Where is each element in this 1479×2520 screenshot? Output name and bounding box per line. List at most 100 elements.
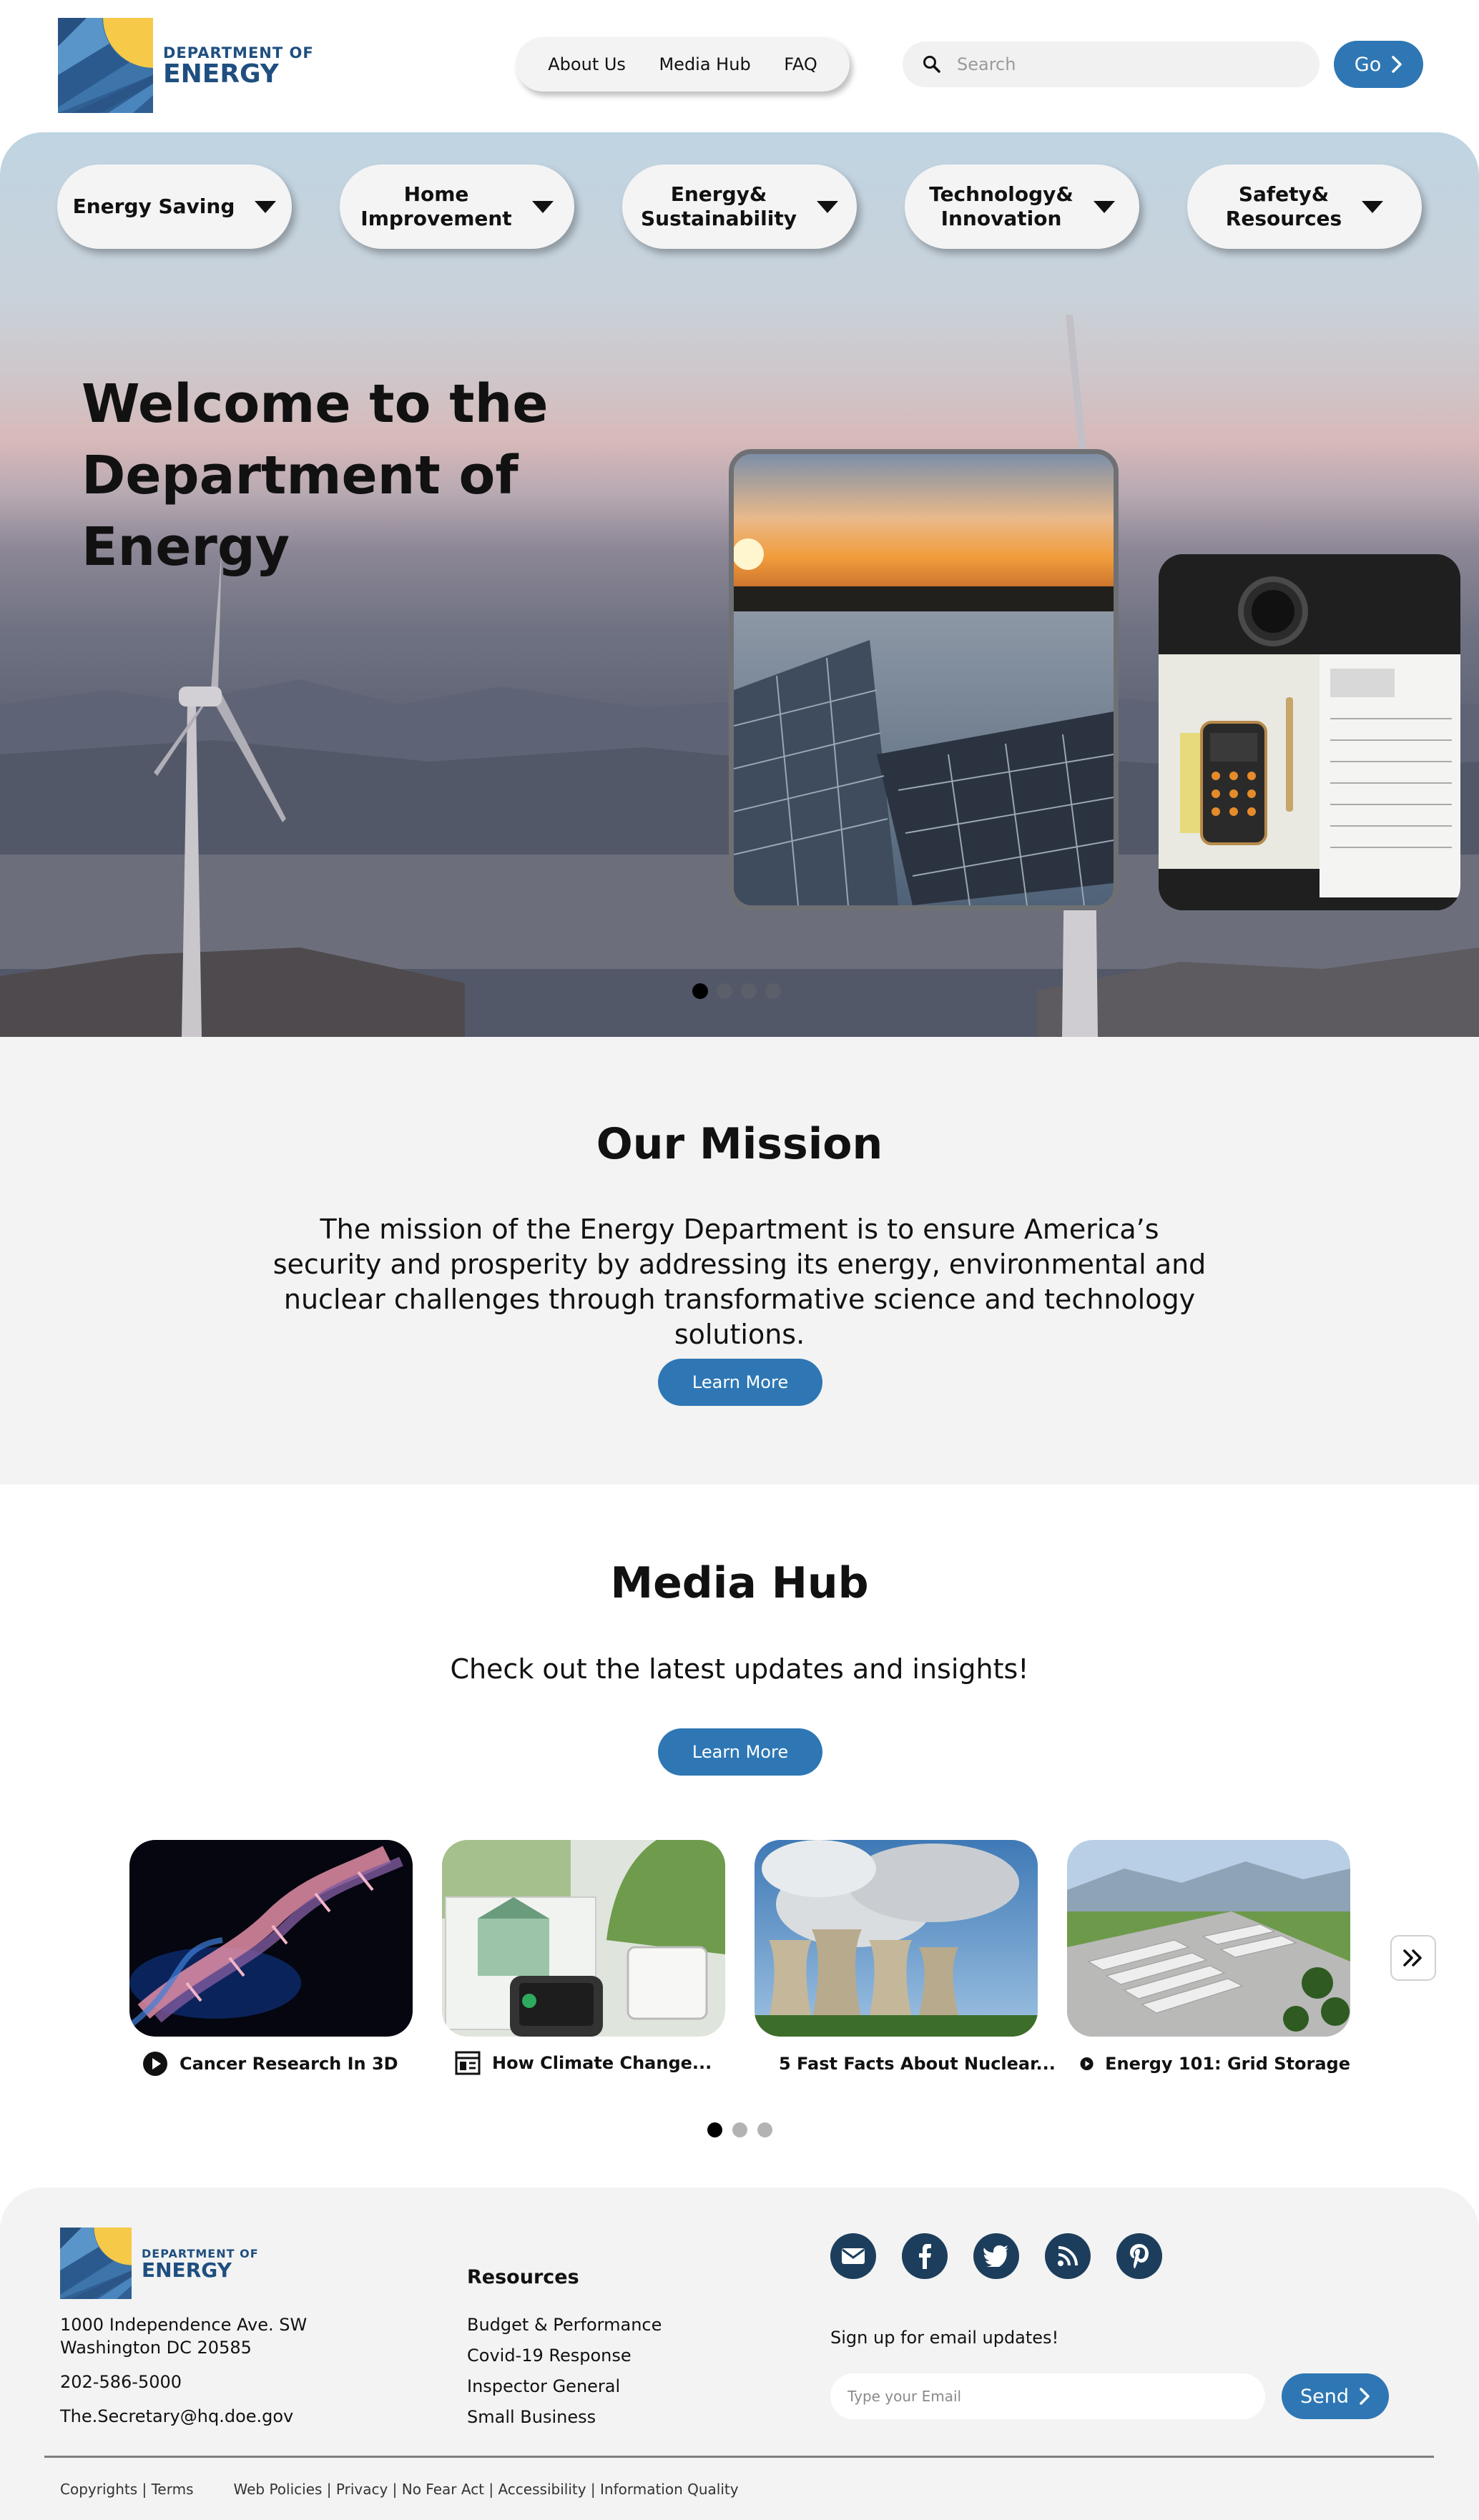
pinterest-icon[interactable] [1116,2233,1162,2279]
address-line2: Washington DC 20585 [60,2338,252,2358]
search-go-button[interactable]: Go [1334,41,1423,88]
media-learn-more-button[interactable]: Learn More [658,1728,822,1776]
category-energy-saving[interactable]: Energy Saving [57,164,292,249]
media-page-dot-1[interactable] [707,2122,722,2137]
search-input[interactable] [957,54,1286,74]
nav-faq[interactable]: FAQ [784,54,817,74]
resource-link-covid[interactable]: Covid-19 Response [467,2341,662,2371]
category-label: Energy Saving [72,195,235,218]
grid-storage-facility-image [1067,1840,1350,2037]
hero-slide-tax-image[interactable] [1159,554,1460,910]
cooling-towers-image [755,1840,1038,2037]
caret-down-icon [255,200,277,213]
doe-logo[interactable]: DEPARTMENT OF ENERGY [58,18,314,113]
resource-link-budget[interactable]: Budget & Performance [467,2310,662,2341]
resource-link-inspector-general[interactable]: Inspector General [467,2371,662,2402]
media-thumbnail[interactable] [129,1840,413,2037]
rss-icon[interactable] [1045,2233,1091,2279]
article-icon [455,2051,481,2075]
legal-links-right[interactable]: Web Policies | Privacy | No Fear Act | A… [234,2481,739,2498]
media-carousel-indicators [707,2122,772,2137]
hero-carousel-indicators [692,983,781,999]
media-next-button[interactable] [1390,1935,1436,1981]
footer-contact: 1000 Independence Ave. SW Washington DC … [60,2313,307,2439]
media-card-nuclear-facts[interactable]: 5 Fast Facts About Nuclear... [755,1840,1056,2077]
footer-resources: Resources Budget & Performance Covid-19 … [467,2266,662,2433]
site-header: DEPARTMENT OF ENERGY About Us Media Hub … [0,0,1479,132]
logo-text-line1: DEPARTMENT OF [163,44,314,61]
media-caption: Energy 101: Grid Storage [1105,2054,1350,2074]
smart-thermostat-image [442,1840,725,2037]
email-signup-input[interactable] [830,2373,1265,2419]
email-send-button[interactable]: Send [1282,2373,1389,2419]
mission-title: Our Mission [596,1119,883,1169]
search-bar [903,41,1320,87]
category-energy-sustainability[interactable]: Energy& Sustainability [622,164,857,249]
social-links [830,2233,1162,2279]
legal-links-left[interactable]: Copyrights | Terms [60,2481,194,2498]
media-card-cancer-research[interactable]: Cancer Research In 3D [129,1840,413,2077]
caret-down-icon [1362,200,1384,213]
carousel-dot-3[interactable] [741,983,757,999]
carousel-dot-2[interactable] [717,983,732,999]
category-home-improvement[interactable]: Home Improvement [340,164,574,249]
media-thumbnail[interactable] [1067,1840,1350,2037]
twitter-icon[interactable] [973,2233,1019,2279]
nav-media-hub[interactable]: Media Hub [659,54,750,74]
media-caption: Cancer Research In 3D [180,2054,398,2074]
footer-doe-logo[interactable]: DEPARTMENT OF ENERGY [60,2228,259,2299]
media-hub-subtitle: Check out the latest updates and insight… [450,1653,1029,1685]
solar-panels-image [734,454,1114,905]
media-thumbnail[interactable] [755,1840,1038,2037]
go-label: Go [1354,53,1382,76]
category-label: Home Improvement [360,182,512,230]
top-navigation: About Us Media Hub FAQ [516,37,850,92]
tax-documents-image [1159,554,1460,910]
hero-slide-solar-image[interactable] [729,449,1119,910]
category-technology-innovation[interactable]: Technology& Innovation [905,164,1139,249]
mail-icon[interactable] [830,2233,876,2279]
carousel-dot-1[interactable] [692,983,708,999]
media-page-dot-3[interactable] [757,2122,772,2137]
double-chevron-right-icon [1403,1949,1422,1967]
email-signup-label: Sign up for email updates! [830,2328,1059,2348]
resources-title: Resources [467,2266,579,2288]
play-icon [1080,2057,1094,2071]
hero-title: Welcome to the Department of Energy [82,373,549,578]
contact-email[interactable]: The.Secretary@hq.doe.gov [60,2405,307,2428]
caret-down-icon [816,200,838,213]
mission-learn-more-button[interactable]: Learn More [658,1359,822,1406]
wind-turbine-illustration [154,547,286,1037]
facebook-icon[interactable] [902,2233,948,2279]
category-safety-resources[interactable]: Safety& Resources [1187,164,1422,249]
resource-link-small-business[interactable]: Small Business [467,2402,662,2433]
site-footer: DEPARTMENT OF ENERGY 1000 Independence A… [0,2187,1479,2520]
footer-divider [44,2456,1434,2458]
media-hub-title: Media Hub [610,1558,869,1608]
carousel-dot-4[interactable] [765,983,781,999]
nav-about-us[interactable]: About Us [548,54,626,74]
address-line1: 1000 Independence Ave. SW [60,2315,308,2335]
logo-text-line2: ENERGY [163,59,279,89]
media-card-grid-storage[interactable]: Energy 101: Grid Storage [1067,1840,1350,2077]
mission-section: Our Mission The mission of the Energy De… [0,1037,1479,1485]
dna-helix-image [129,1840,413,2037]
category-label: Safety& Resources [1225,182,1342,230]
media-hub-section: Media Hub Check out the latest updates a… [0,1485,1479,2187]
footer-legal-links: Copyrights | Terms Web Policies | Privac… [60,2481,739,2498]
media-caption: How Climate Change... [492,2053,712,2073]
phone-number[interactable]: 202-586-5000 [60,2371,307,2393]
search-icon [923,56,940,73]
category-label: Energy& Sustainability [641,182,797,230]
doe-logo-mark-icon [60,2228,132,2299]
media-card-climate-change[interactable]: How Climate Change... [442,1840,725,2075]
media-thumbnail[interactable] [442,1840,725,2037]
chevron-right-icon [1392,56,1402,73]
play-icon [143,2052,167,2076]
category-label: Technology& Innovation [929,182,1073,230]
footer-logo-line2: ENERGY [142,2258,232,2282]
caret-down-icon [531,200,554,213]
chevron-right-icon [1360,2388,1370,2405]
media-page-dot-2[interactable] [732,2122,747,2137]
caret-down-icon [1093,200,1115,213]
